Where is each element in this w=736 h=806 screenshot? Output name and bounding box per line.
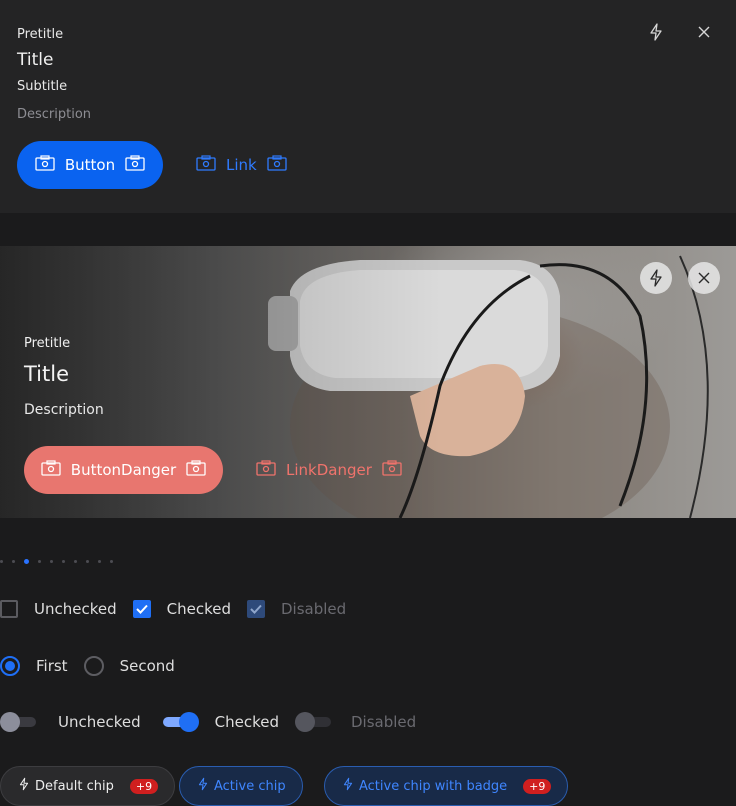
carousel-pagination[interactable] (0, 559, 113, 564)
card-description: Description (17, 107, 92, 122)
toggle-label: Checked (214, 713, 279, 731)
checkbox-label: Unchecked (34, 600, 117, 618)
radio-button[interactable] (0, 656, 20, 676)
danger-link[interactable]: LinkDanger (256, 446, 402, 494)
pagination-dot[interactable] (0, 560, 3, 563)
camera-icon (186, 460, 206, 480)
hero-pretitle: Pretitle (24, 336, 71, 351)
checkbox-checked[interactable]: Checked (132, 600, 231, 618)
lightning-icon (19, 777, 29, 795)
chip-label: Default chip (35, 778, 114, 794)
radio-second[interactable]: Second (83, 656, 175, 676)
chip-label: Active chip (214, 778, 286, 794)
radio-label: Second (119, 657, 175, 675)
pagination-dot[interactable] (98, 560, 101, 563)
primary-link-label: Link (226, 156, 257, 174)
lightning-icon[interactable] (644, 20, 668, 44)
chip-label: Active chip with badge (359, 778, 508, 794)
camera-icon (382, 460, 402, 480)
chip-default[interactable]: Default chip +9 (0, 766, 176, 806)
camera-icon (125, 155, 145, 175)
pagination-dot[interactable] (86, 560, 89, 563)
camera-icon (256, 460, 276, 480)
hero-card: Pretitle Title Description ButtonDanger … (0, 246, 736, 518)
card-subtitle: Subtitle (17, 79, 68, 94)
checkbox-unchecked[interactable]: Unchecked (0, 600, 117, 618)
chip-active-with-badge[interactable]: Active chip with badge +9 (324, 766, 569, 806)
danger-button-label: ButtonDanger (70, 461, 177, 479)
toggle-label: Unchecked (58, 713, 141, 731)
camera-icon (196, 155, 216, 175)
pagination-dot[interactable] (12, 560, 15, 563)
pagination-dot[interactable] (62, 560, 65, 563)
radio-label: First (36, 657, 68, 675)
checkbox-label: Disabled (280, 600, 347, 618)
hero-description: Description (24, 402, 104, 418)
radio-first[interactable]: First (0, 656, 68, 676)
radio-button[interactable] (83, 656, 104, 676)
checkbox-group: Unchecked Checked Disabled (0, 600, 346, 618)
toggle-checked[interactable]: Checked (161, 712, 279, 732)
pagination-dot[interactable] (74, 560, 77, 563)
toggle-unchecked[interactable]: Unchecked (0, 712, 141, 732)
checkbox-box[interactable] (132, 600, 151, 618)
lightning-icon[interactable] (640, 262, 672, 294)
checkbox-disabled: Disabled (246, 600, 347, 618)
pagination-dot[interactable] (38, 560, 41, 563)
camera-icon (35, 155, 55, 175)
toggle-switch[interactable] (0, 712, 38, 732)
check-icon (135, 604, 148, 614)
check-icon (250, 604, 262, 614)
checkbox-label: Checked (166, 600, 231, 618)
pagination-dot[interactable] (110, 560, 113, 563)
chip-active[interactable]: Active chip (179, 766, 303, 806)
hero-title: Title (24, 362, 70, 386)
primary-button[interactable]: Button (17, 141, 163, 189)
primary-link[interactable]: Link (196, 141, 287, 189)
camera-icon (267, 155, 287, 175)
danger-button[interactable]: ButtonDanger (24, 446, 223, 494)
info-card: Pretitle Title Subtitle Description Butt… (0, 0, 736, 213)
chip-badge: +9 (523, 778, 552, 794)
radio-group: First Second (0, 656, 175, 676)
pagination-dot[interactable] (24, 559, 29, 564)
toggle-group: Unchecked Checked Disabled (0, 712, 416, 732)
close-icon[interactable] (688, 262, 720, 294)
close-icon[interactable] (692, 20, 716, 44)
toggle-switch (294, 712, 333, 732)
chip-badge: +9 (129, 778, 159, 794)
toggle-disabled: Disabled (294, 712, 417, 732)
checkbox-box (246, 600, 265, 618)
pagination-dot[interactable] (50, 560, 53, 563)
toggle-switch[interactable] (161, 712, 199, 732)
card-title: Title (17, 50, 54, 70)
card-pretitle: Pretitle (17, 27, 64, 42)
camera-icon (41, 460, 61, 480)
checkbox-box[interactable] (0, 600, 18, 618)
danger-link-label: LinkDanger (286, 461, 372, 479)
lightning-icon (198, 777, 208, 795)
lightning-icon (343, 777, 353, 795)
toggle-label: Disabled (350, 713, 417, 731)
primary-button-label: Button (64, 156, 116, 174)
